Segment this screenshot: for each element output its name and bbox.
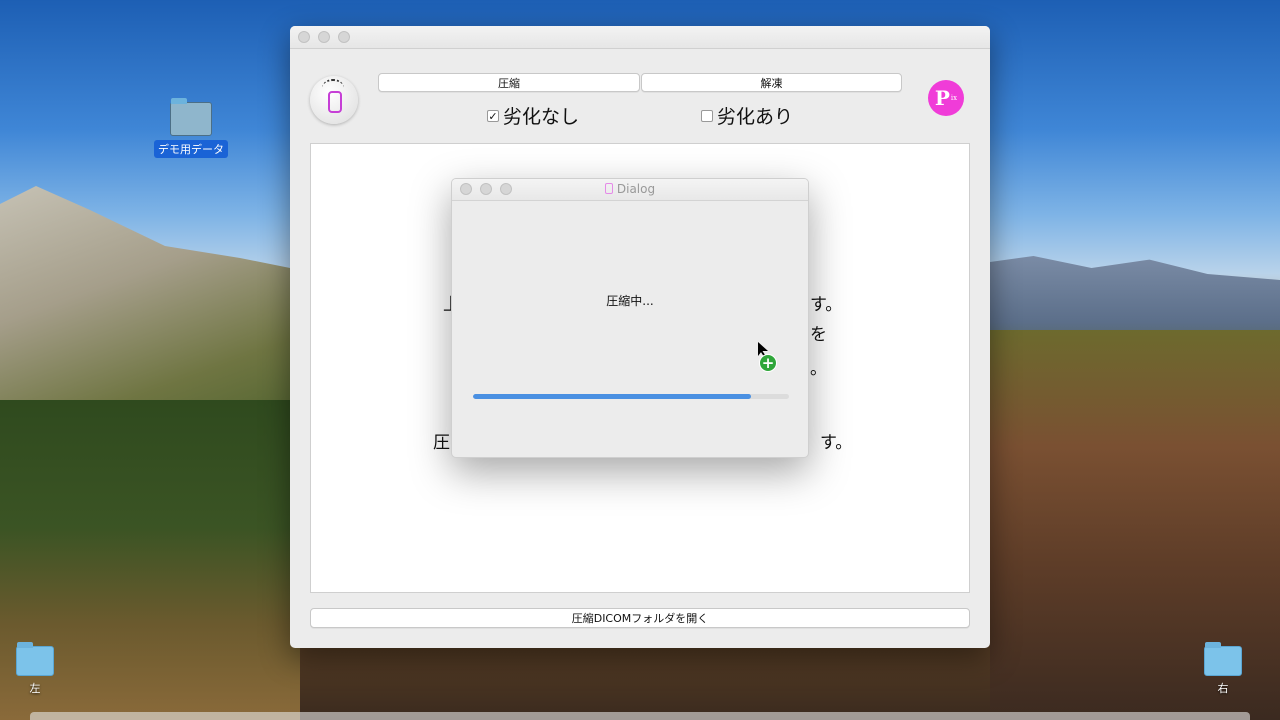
- device-icon: [328, 91, 342, 113]
- dialog-title-text: Dialog: [616, 182, 656, 196]
- desktop-icon-label: 左: [29, 682, 41, 695]
- pixspace-logo: Pix: [928, 80, 964, 116]
- minimize-button[interactable]: [318, 31, 330, 43]
- desktop-icon-demo-data[interactable]: デモ用データ: [154, 98, 228, 158]
- close-button[interactable]: [298, 31, 310, 43]
- lossy-label: 劣化あり: [717, 106, 794, 128]
- folder-icon: [170, 98, 212, 136]
- lossy-checkbox[interactable]: [701, 109, 713, 122]
- logo-sub: ix: [950, 94, 958, 102]
- panel-text-fragment: 圧: [433, 433, 450, 453]
- dialog-status-text: 圧縮中...: [606, 294, 654, 308]
- panel-text-fragment: す。: [820, 433, 853, 453]
- panel-text-fragment: を: [810, 325, 827, 345]
- lossless-checkbox[interactable]: ✓: [487, 109, 499, 122]
- zoom-button[interactable]: [338, 31, 350, 43]
- logo-letter: P: [934, 86, 950, 110]
- main-window-titlebar[interactable]: [290, 26, 990, 49]
- progress-bar: [473, 394, 789, 399]
- open-compressed-dicom-folder-button[interactable]: 圧縮DICOMフォルダを開く: [310, 608, 970, 628]
- panel-text-fragment: 。: [810, 359, 827, 379]
- app-mini-icon: [604, 183, 613, 194]
- lossless-label: 劣化なし: [503, 106, 580, 128]
- desktop-icon-left[interactable]: 左: [14, 642, 56, 696]
- dialog-title: Dialog: [452, 182, 808, 196]
- compress-button[interactable]: 圧縮: [378, 73, 640, 92]
- desktop-icon-right[interactable]: 右: [1202, 642, 1244, 696]
- progress-dialog: Dialog 圧縮中...: [451, 178, 809, 458]
- desktop-icon-label: 右: [1217, 682, 1229, 695]
- copy-badge-icon: +: [759, 354, 777, 372]
- panel-text-fragment: す。: [810, 295, 843, 315]
- window-controls: [298, 31, 350, 43]
- dialog-titlebar[interactable]: Dialog: [452, 179, 808, 201]
- app-icon: [310, 76, 358, 124]
- decompress-button[interactable]: 解凍: [641, 73, 902, 92]
- folder-icon: [1204, 642, 1242, 676]
- lossless-option[interactable]: ✓ 劣化なし: [487, 102, 579, 129]
- desktop-icon-label: デモ用データ: [154, 140, 228, 158]
- progress-bar-fill: [473, 394, 752, 399]
- dock[interactable]: [30, 712, 1250, 720]
- folder-icon: [16, 642, 54, 676]
- lossy-option[interactable]: 劣化あり: [701, 102, 793, 129]
